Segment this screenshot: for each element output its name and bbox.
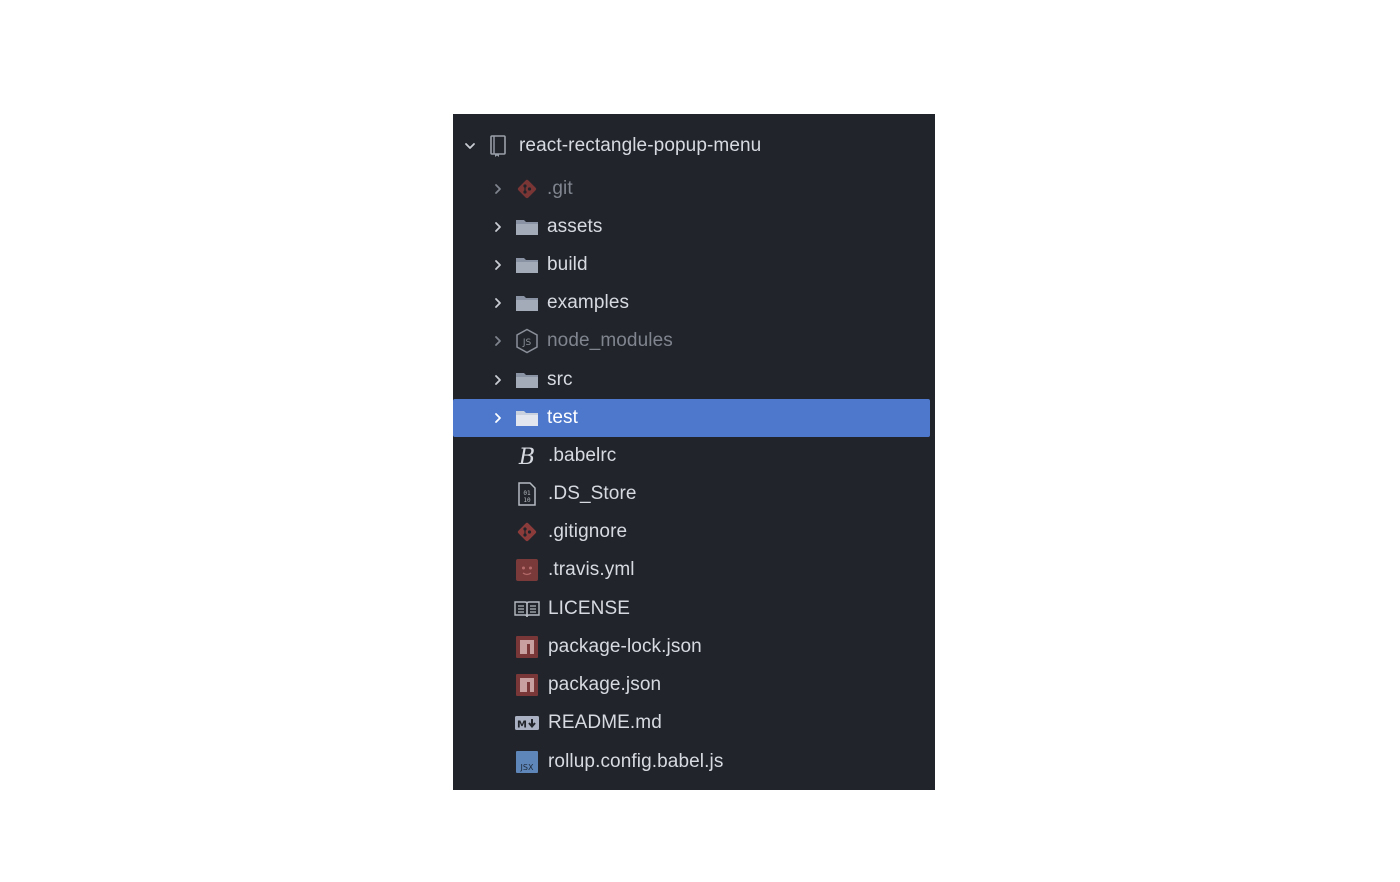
tree-item-label: package-lock.json: [548, 636, 702, 657]
tree-item-gitignore-file[interactable]: .gitignore: [453, 513, 930, 551]
svg-text:10: 10: [523, 497, 531, 504]
folder-icon: [514, 290, 540, 316]
git-icon: [514, 519, 540, 545]
file-tree-panel: react-rectangle-popup-menu .git assets b…: [453, 114, 935, 790]
svg-text:JS: JS: [522, 338, 532, 348]
tree-item-label: LICENSE: [548, 598, 631, 619]
tree-root-row[interactable]: react-rectangle-popup-menu: [453, 127, 930, 165]
tree-item-ds-store-file[interactable]: 01 10 .DS_Store: [453, 475, 930, 513]
chevron-down-icon[interactable]: [463, 139, 477, 153]
tree-item-node-modules-folder[interactable]: JS node_modules: [453, 322, 930, 360]
tree-item-label: .git: [547, 178, 573, 199]
tree-item-label: rollup.config.babel.js: [548, 751, 724, 772]
markdown-icon: M: [514, 710, 540, 736]
svg-text:B: B: [518, 445, 535, 469]
license-book-icon: [514, 596, 540, 622]
tree-item-label: .travis.yml: [548, 559, 635, 580]
tree-item-label: build: [547, 254, 588, 275]
tree-item-babelrc-file[interactable]: B .babelrc: [453, 437, 930, 475]
nodejs-icon: JS: [514, 328, 540, 354]
tree-item-label: .DS_Store: [548, 483, 637, 504]
chevron-right-icon[interactable]: [491, 220, 505, 234]
jsx-icon: JSX: [514, 749, 540, 775]
babel-icon: B: [514, 443, 540, 469]
tree-item-label: .babelrc: [548, 445, 617, 466]
tree-item-package-file[interactable]: package.json: [453, 666, 930, 704]
npm-icon: [514, 634, 540, 660]
folder-icon: [514, 367, 540, 393]
tree-item-readme-file[interactable]: M README.md: [453, 704, 930, 742]
tree-item-package-lock-file[interactable]: package-lock.json: [453, 628, 930, 666]
tree-item-test-folder[interactable]: test: [453, 399, 930, 437]
tree-item-label: README.md: [548, 712, 662, 733]
svg-text:JSX: JSX: [520, 763, 534, 772]
chevron-right-icon[interactable]: [491, 258, 505, 272]
tree-item-label: assets: [547, 216, 603, 237]
chevron-right-icon[interactable]: [491, 373, 505, 387]
tree-item-examples-folder[interactable]: examples: [453, 284, 930, 322]
tree-item-label: test: [547, 407, 579, 428]
folder-icon: [514, 252, 540, 278]
git-icon: [514, 176, 540, 202]
chevron-right-icon[interactable]: [491, 411, 505, 425]
svg-text:M: M: [517, 720, 527, 731]
tree-item-assets-folder[interactable]: assets: [453, 208, 930, 246]
repo-icon: [485, 133, 511, 159]
folder-icon: [514, 214, 540, 240]
tree-item-rollup-config-file[interactable]: JSX rollup.config.babel.js: [453, 743, 930, 781]
chevron-right-icon[interactable]: [491, 334, 505, 348]
folder-icon: [514, 405, 540, 431]
tree-item-label: package.json: [548, 674, 662, 695]
tree-item-build-folder[interactable]: build: [453, 246, 930, 284]
chevron-right-icon[interactable]: [491, 182, 505, 196]
tree-item-label: .gitignore: [548, 521, 628, 542]
npm-icon: [514, 672, 540, 698]
binary-file-icon: 01 10: [514, 481, 540, 507]
tree-item-label: node_modules: [547, 330, 673, 351]
travis-icon: [514, 557, 540, 583]
tree-item-license-file[interactable]: LICENSE: [453, 590, 930, 628]
tree-item-src-folder[interactable]: src: [453, 361, 930, 399]
tree-root-label: react-rectangle-popup-menu: [519, 135, 762, 156]
tree-item-git-folder[interactable]: .git: [453, 170, 930, 208]
chevron-right-icon[interactable]: [491, 296, 505, 310]
svg-text:01: 01: [523, 490, 531, 497]
tree-item-label: examples: [547, 292, 630, 313]
tree-item-travis-file[interactable]: .travis.yml: [453, 551, 930, 589]
tree-item-label: src: [547, 369, 573, 390]
